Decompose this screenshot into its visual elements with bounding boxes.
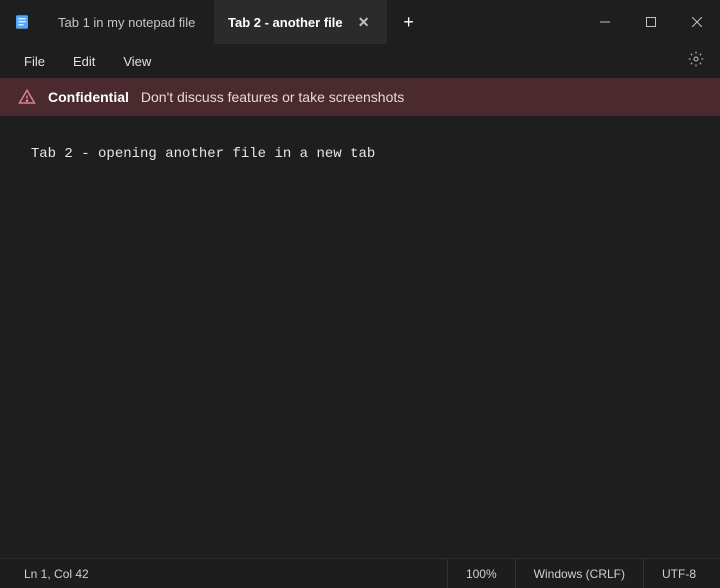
menu-edit[interactable]: Edit xyxy=(59,48,109,75)
notepad-icon xyxy=(13,13,31,31)
titlebar: Tab 1 in my notepad file Tab 2 - another… xyxy=(0,0,720,44)
minimize-button[interactable] xyxy=(582,0,628,44)
app-icon xyxy=(0,0,44,44)
close-window-button[interactable] xyxy=(674,0,720,44)
tab-1-label: Tab 1 in my notepad file xyxy=(58,15,195,30)
plus-icon: + xyxy=(403,12,414,33)
status-cursor-position[interactable]: Ln 1, Col 42 xyxy=(6,559,126,588)
menu-view[interactable]: View xyxy=(109,48,165,75)
maximize-button[interactable] xyxy=(628,0,674,44)
minimize-icon xyxy=(600,17,610,27)
gear-icon xyxy=(688,51,704,67)
maximize-icon xyxy=(646,17,656,27)
statusbar: Ln 1, Col 42 100% Windows (CRLF) UTF-8 xyxy=(0,558,720,588)
window-controls xyxy=(582,0,720,44)
alert-message: Don't discuss features or take screensho… xyxy=(141,89,404,105)
menubar: File Edit View xyxy=(0,44,720,78)
status-zoom[interactable]: 100% xyxy=(447,559,515,588)
editor-content: Tab 2 - opening another file in a new ta… xyxy=(31,146,375,162)
close-tab-icon[interactable]: ✕ xyxy=(355,13,373,31)
alert-title: Confidential xyxy=(48,89,129,105)
tab-strip: Tab 1 in my notepad file Tab 2 - another… xyxy=(44,0,387,44)
editor-area[interactable]: Tab 2 - opening another file in a new ta… xyxy=(0,116,720,558)
status-line-ending[interactable]: Windows (CRLF) xyxy=(515,559,643,588)
settings-button[interactable] xyxy=(682,45,710,78)
status-encoding[interactable]: UTF-8 xyxy=(643,559,714,588)
tab-1[interactable]: Tab 1 in my notepad file xyxy=(44,0,214,44)
new-tab-button[interactable]: + xyxy=(387,0,431,44)
titlebar-drag-region[interactable] xyxy=(431,0,582,44)
close-icon xyxy=(692,17,702,27)
menu-file[interactable]: File xyxy=(10,48,59,75)
alert-bar: Confidential Don't discuss features or t… xyxy=(0,78,720,116)
warning-triangle-icon xyxy=(18,88,36,106)
tab-2-label: Tab 2 - another file xyxy=(228,15,343,30)
tab-2[interactable]: Tab 2 - another file ✕ xyxy=(214,0,387,44)
